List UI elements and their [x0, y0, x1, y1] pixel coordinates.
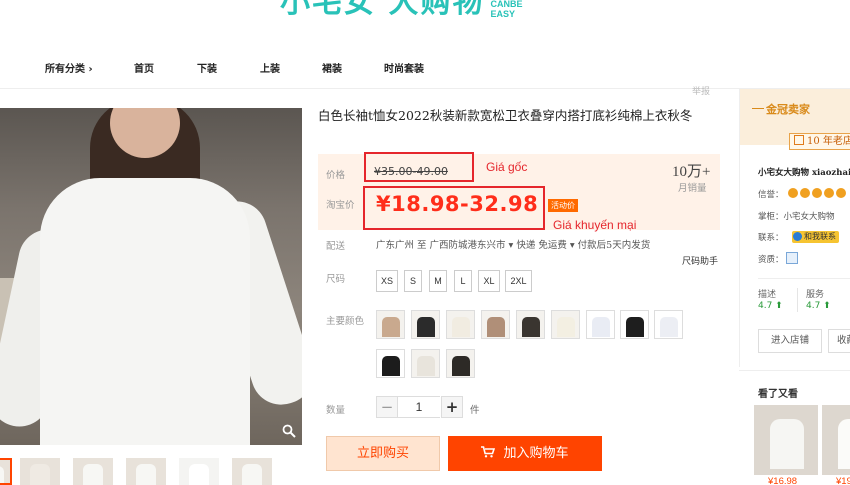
contact-seller-button[interactable]: 和我联系: [792, 231, 839, 243]
thumbnail-2[interactable]: [20, 458, 60, 485]
report-link[interactable]: 举报: [692, 84, 710, 97]
qualification-icon[interactable]: [786, 252, 798, 264]
seller-panel: 金冠卖家: [739, 89, 850, 367]
promo-badge: 活动价: [548, 199, 578, 212]
product-title: 白色长袖t恤女2022秋装新款宽松卫衣叠穿内搭打底衫纯棉上衣秋冬: [318, 108, 693, 123]
qualification-label: 资质：: [758, 255, 784, 265]
main-product-image[interactable]: [0, 108, 302, 445]
annotation-original-price: Giá gốc: [486, 160, 528, 174]
also-viewed-item-2[interactable]: [822, 405, 850, 475]
credit-label: 信誉：: [758, 190, 784, 200]
nav-item-skirts[interactable]: 裙装: [322, 60, 342, 75]
also-viewed-divider: [739, 370, 850, 371]
color-swatch-8[interactable]: [620, 310, 649, 339]
quantity-increment-button[interactable]: +: [441, 396, 463, 418]
add-to-cart-label: 加入购物车: [503, 446, 569, 461]
credit-crown-icon: [812, 188, 822, 198]
color-swatch-12[interactable]: [446, 349, 475, 378]
score-label-description: 描述: [758, 290, 777, 300]
owner-label: 掌柜：小宅女大购物: [758, 212, 835, 222]
image-shirt-shape: [40, 178, 250, 445]
thumbnail-4[interactable]: [126, 458, 166, 485]
size-option-xl[interactable]: XL: [478, 270, 500, 292]
thumbnail-5[interactable]: [179, 458, 219, 485]
also-viewed-price-2: ¥19.8: [836, 476, 850, 485]
promo-price: ¥18.98-32.98: [376, 192, 539, 216]
credit-crown-icon: [788, 188, 798, 198]
score-label-service: 服务: [806, 290, 825, 300]
thumbnail-1[interactable]: [0, 458, 12, 485]
logo-subtext: CANBE EASY: [490, 0, 522, 20]
shop-age-badge: 10 年老店: [789, 133, 850, 150]
score-value-description: 4.7 ⬆: [758, 301, 783, 311]
score-separator: [797, 288, 798, 312]
also-viewed-item-1[interactable]: [754, 405, 818, 475]
size-label: 尺码: [326, 274, 346, 285]
nav-item-fashion-sets[interactable]: 时尚套装: [384, 60, 424, 75]
nav-all-categories[interactable]: 所有分类 ›: [45, 60, 93, 75]
collect-shop-button[interactable]: 收藏: [828, 329, 850, 353]
delivery-label: 配送: [326, 241, 346, 252]
color-swatch-2[interactable]: [411, 310, 440, 339]
thumbnail-6[interactable]: [232, 458, 272, 485]
quantity-label: 数量: [326, 405, 346, 416]
price-label: 价格: [326, 170, 346, 181]
color-swatch-5[interactable]: [516, 310, 545, 339]
logo-sub-line-2: EASY: [490, 9, 515, 19]
add-to-cart-button[interactable]: 加入购物车: [448, 436, 602, 471]
cart-icon: [481, 446, 496, 458]
quantity-input[interactable]: 1: [398, 396, 440, 418]
credit-crown-icon: [824, 188, 834, 198]
annotation-promo-price: Giá khuyến mại: [553, 218, 637, 232]
credit-crown-icon: [800, 188, 810, 198]
nav-divider: [0, 88, 850, 89]
size-option-s[interactable]: S: [404, 270, 422, 292]
nav-item-tops[interactable]: 上装: [260, 60, 280, 75]
logo-text: 小宅女 大购物: [280, 0, 485, 20]
shop-name[interactable]: 小宅女大购物 xiaozhainu: [758, 166, 850, 178]
size-option-2xl[interactable]: 2XL: [505, 270, 532, 292]
color-swatch-6[interactable]: [551, 310, 580, 339]
delivery-info[interactable]: 广东广州 至 广西防城港东兴市 ▾ 快递 免运费 ▾ 付款后5天内发货: [376, 237, 650, 251]
buy-now-button[interactable]: 立即购买: [326, 436, 440, 471]
quantity-decrement-button[interactable]: −: [376, 396, 398, 418]
color-swatch-10[interactable]: [376, 349, 405, 378]
size-helper-link[interactable]: 尺码助手: [682, 254, 718, 267]
monthly-sales-count: 10万+: [672, 164, 711, 180]
site-logo[interactable]: 小宅女 大购物 CANBE EASY: [280, 0, 522, 20]
quantity-unit: 件: [470, 405, 480, 416]
color-swatch-1[interactable]: [376, 310, 405, 339]
thumbnail-3[interactable]: [73, 458, 113, 485]
monthly-sales-label: 月销量: [678, 183, 707, 194]
score-value-service: 4.7 ⬆: [806, 301, 831, 311]
promo-price-label: 淘宝价: [326, 200, 355, 211]
score-divider: [758, 278, 850, 279]
color-label: 主要颜色: [326, 316, 365, 327]
nav-item-home[interactable]: 首页: [134, 60, 154, 75]
main-nav: 所有分类 › 首页 下装 上装 裙装 时尚套装: [0, 60, 850, 78]
logo-sub-line-1: CANBE: [490, 0, 523, 9]
color-swatch-3[interactable]: [446, 310, 475, 339]
size-option-m[interactable]: M: [429, 270, 447, 292]
contact-label: 联系：: [758, 233, 784, 243]
color-swatch-4[interactable]: [481, 310, 510, 339]
also-viewed-price-1: ¥16.98: [768, 476, 798, 485]
original-price: ¥35.00-49.00: [374, 165, 448, 178]
also-viewed-title: 看了又看: [758, 389, 798, 400]
color-swatch-11[interactable]: [411, 349, 440, 378]
size-option-l[interactable]: L: [454, 270, 472, 292]
gold-seller-title: 金冠卖家: [766, 103, 810, 116]
zoom-icon[interactable]: [282, 423, 296, 438]
color-swatch-7[interactable]: [586, 310, 615, 339]
shop-age-text: 10 年老店: [807, 136, 850, 147]
gold-title-line: [752, 108, 764, 109]
enter-shop-button[interactable]: 进入店铺: [758, 329, 822, 353]
credit-crown-icon: [836, 188, 846, 198]
nav-item-bottoms[interactable]: 下装: [197, 60, 217, 75]
size-option-xs[interactable]: XS: [376, 270, 398, 292]
shop-age-icon: [794, 135, 804, 145]
color-swatch-9[interactable]: [654, 310, 683, 339]
